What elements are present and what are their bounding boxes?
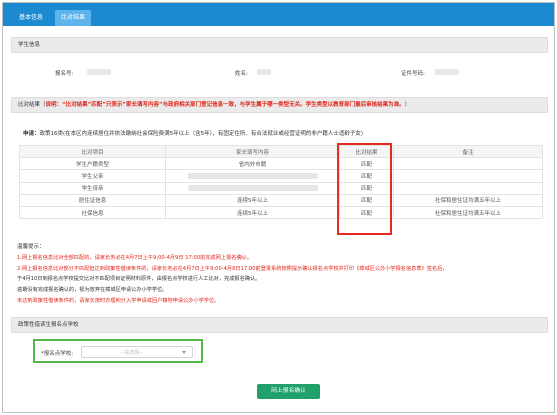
enroll-number-value bbox=[87, 69, 111, 75]
compare-result-suffix: ） bbox=[404, 102, 411, 108]
result-column-highlight bbox=[337, 143, 392, 235]
row-content: 省内外市籍 bbox=[165, 157, 340, 171]
table-header-row: 比对项目 家长填写内容 比对结果 备注 bbox=[19, 144, 543, 159]
application-text: 政策16类(在本区内连续居住并依法缴纳社会保险费满5年以上（含5年），有固定住所… bbox=[39, 131, 364, 137]
row-content: 连续5年以上 bbox=[165, 193, 340, 207]
row-content: 连续5年以上 bbox=[165, 205, 340, 220]
compare-result-title: 比对结果（ bbox=[18, 102, 46, 108]
tips-line-5: 未达到政策性借读条件的，请家长按时办理积分入学申请或回户籍地申请公办小学学位。 bbox=[17, 296, 547, 307]
redacted-content bbox=[187, 172, 318, 179]
application-line: 申请：政策16类(在本区内连续居住并依法缴纳社会保险费满5年以上（含5年），有固… bbox=[23, 129, 543, 137]
row-note: 社保和居住证均满五年以上 bbox=[393, 205, 543, 220]
compare-result-header: 比对结果（说明：“比对结果”匹配”只表示”家长填写内容”与政府相关部门登记信息一… bbox=[11, 97, 548, 113]
redacted-content bbox=[187, 185, 318, 192]
tab-bar: 基本信息 比对结果 bbox=[3, 3, 554, 26]
tips-line-3: 于4月10日到报名点学校提交比对不匹配项目证明材料原件，由报名点学校进行人工比对… bbox=[17, 276, 261, 283]
table-row: 学生户籍类型 省内外市籍 匹配 bbox=[19, 157, 543, 171]
school-select-placeholder: --请选择-- bbox=[120, 350, 144, 356]
table-row: 学生母亲 匹配 bbox=[19, 181, 543, 195]
school-select[interactable]: --请选择-- bbox=[81, 346, 193, 358]
row-note: 社保和居住证均满五年以上 bbox=[393, 193, 543, 207]
tips-line-2: 2.网上报名信息比对部分不匹配但达到政策性借读条件的，请家长务必在4月7日上午9… bbox=[17, 265, 448, 272]
confirm-enrollment-button[interactable]: 网上报名确认 bbox=[257, 384, 320, 399]
tab-basic-info[interactable]: 基本信息 bbox=[13, 10, 49, 26]
name-value bbox=[257, 69, 271, 75]
id-number-value bbox=[435, 69, 459, 75]
student-info-header: 学生信息 bbox=[11, 37, 548, 53]
row-item: 学生母亲 bbox=[19, 181, 166, 195]
enroll-number-label: 报名号: bbox=[55, 71, 74, 77]
tab-compare-result[interactable]: 比对结果 bbox=[55, 10, 92, 26]
tips-line-4: 逾期没有完成报名确认的，视为放弃在樟城区申请公办小学学位。 bbox=[17, 287, 168, 294]
row-content bbox=[165, 181, 340, 195]
row-content bbox=[165, 169, 340, 183]
row-item: 社保信息 bbox=[19, 205, 166, 220]
row-note bbox=[393, 157, 543, 171]
row-item: 学生户籍类型 bbox=[19, 157, 166, 171]
school-select-label: *报名点学校: bbox=[41, 351, 74, 357]
header-item: 比对项目 bbox=[19, 144, 166, 159]
name-label: 姓名: bbox=[235, 71, 248, 77]
row-item: 学生父亲 bbox=[19, 169, 166, 183]
tips-title: 温馨提示： bbox=[17, 244, 45, 250]
header-note: 备注 bbox=[393, 144, 543, 159]
chevron-down-icon bbox=[182, 351, 186, 354]
header-content: 家长填写内容 bbox=[165, 144, 340, 159]
row-note bbox=[393, 169, 543, 183]
school-section-header: 政策性借读生报名点学校 bbox=[11, 317, 548, 333]
application-label: 申请： bbox=[23, 131, 40, 137]
row-note bbox=[393, 181, 543, 195]
id-number-label: 证件号码: bbox=[401, 71, 425, 77]
tips-line-1: 1.网上报名信息比对全部匹配的，请家长务必在4月7日上午9:00-4月9日 17… bbox=[17, 254, 253, 261]
row-item: 居住证信息 bbox=[19, 193, 166, 207]
compare-table: 比对项目 家长填写内容 比对结果 备注 学生户籍类型 省内外市籍 匹配 学生父亲… bbox=[19, 144, 543, 220]
page-frame: 基本信息 比对结果 学生信息 报名号: 姓名: 证件号码: 比对结果（说明：“比… bbox=[2, 2, 555, 413]
table-row: 居住证信息 连续5年以上 匹配 社保和居住证均满五年以上 bbox=[19, 193, 543, 207]
table-row: 社保信息 连续5年以上 匹配 社保和居住证均满五年以上 bbox=[19, 205, 543, 220]
tips-line-5-text: 未达到政策性借读条件的，请家长按时办理积分入学申请或回户籍地申请公办小学学位。 bbox=[17, 297, 220, 304]
table-row: 学生父亲 匹配 bbox=[19, 169, 543, 183]
compare-result-note: 说明：“比对结果”匹配”只表示”家长填写内容”与政府相关部门登记信息一致，与学生… bbox=[45, 102, 405, 108]
tips-block: 温馨提示： 1.网上报名信息比对全部匹配的，请家长务必在4月7日上午9:00-4… bbox=[17, 242, 547, 307]
